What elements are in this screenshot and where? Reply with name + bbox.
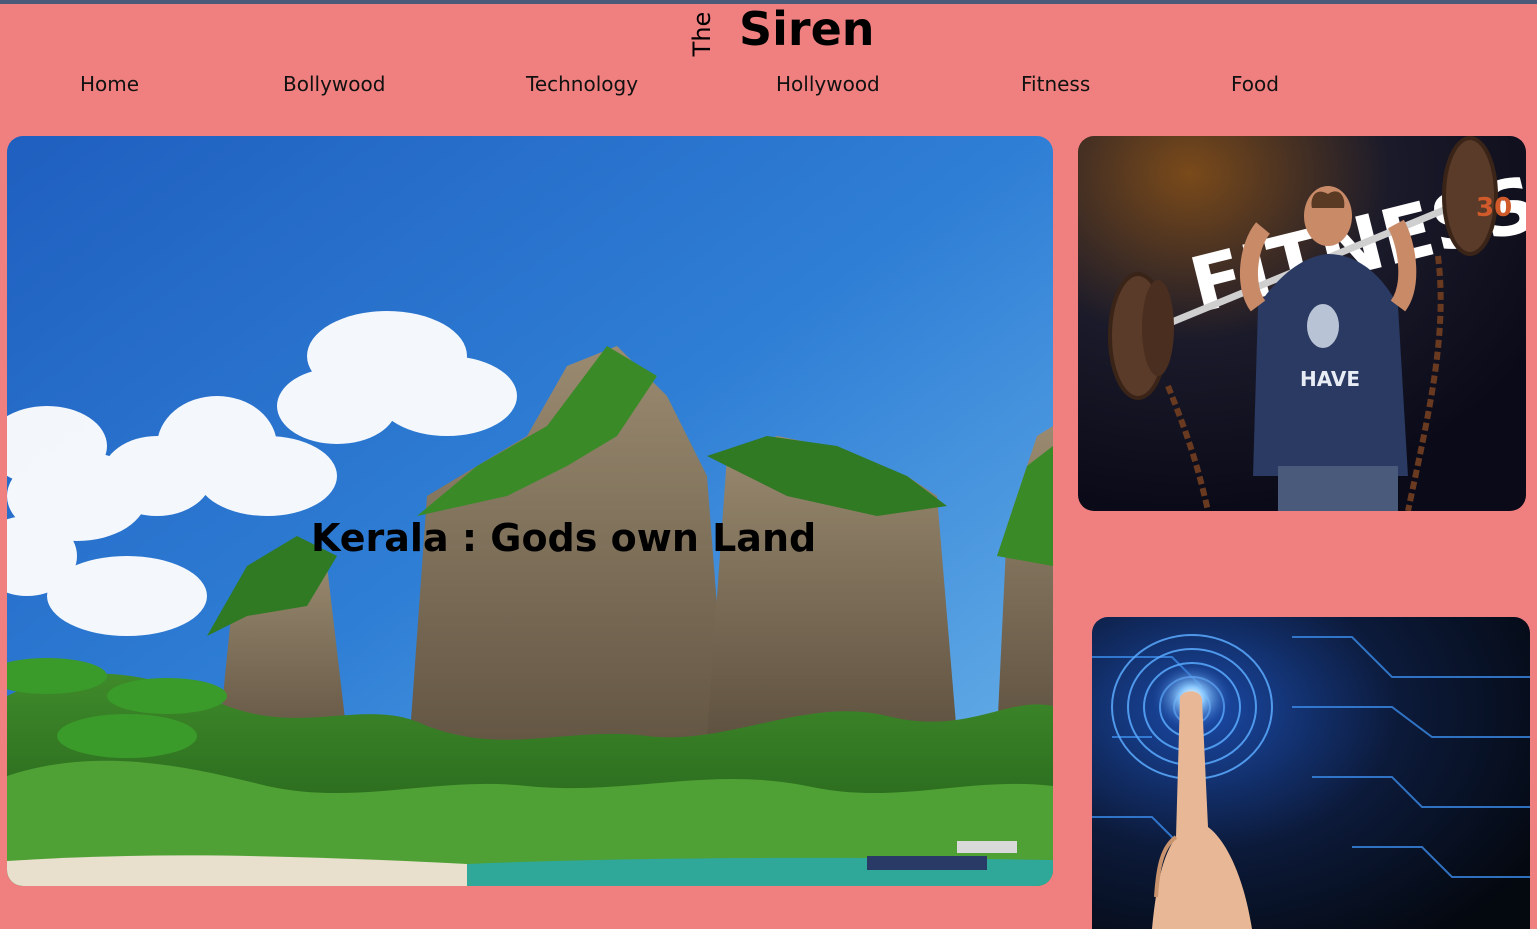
logo-main-text: Siren [739,2,875,56]
technology-card[interactable] [1092,617,1530,929]
hero-card[interactable]: Kerala : Gods own Land [7,136,1053,886]
site-logo[interactable]: The Siren [0,4,1537,60]
technology-image [1092,617,1530,929]
hero-image [7,136,1053,886]
hero-caption: Kerala : Gods own Land [311,516,817,560]
nav-item-food[interactable]: Food [1231,72,1279,96]
logo-small-text: The [688,11,716,57]
fitness-shirt-text: HAVE [1300,367,1360,391]
nav-item-bollywood[interactable]: Bollywood [283,72,385,96]
nav-item-fitness[interactable]: Fitness [1021,72,1090,96]
fitness-image: FITNESS 30 HAVE [1078,136,1526,511]
fitness-plate-text: 30 [1476,193,1512,223]
nav-item-technology[interactable]: Technology [526,72,638,96]
nav-item-hollywood[interactable]: Hollywood [776,72,880,96]
fitness-card[interactable]: FITNESS 30 HAVE [1078,136,1526,511]
main-nav: Home Bollywood Technology Hollywood Fitn… [0,72,1537,102]
nav-item-home[interactable]: Home [80,72,139,96]
